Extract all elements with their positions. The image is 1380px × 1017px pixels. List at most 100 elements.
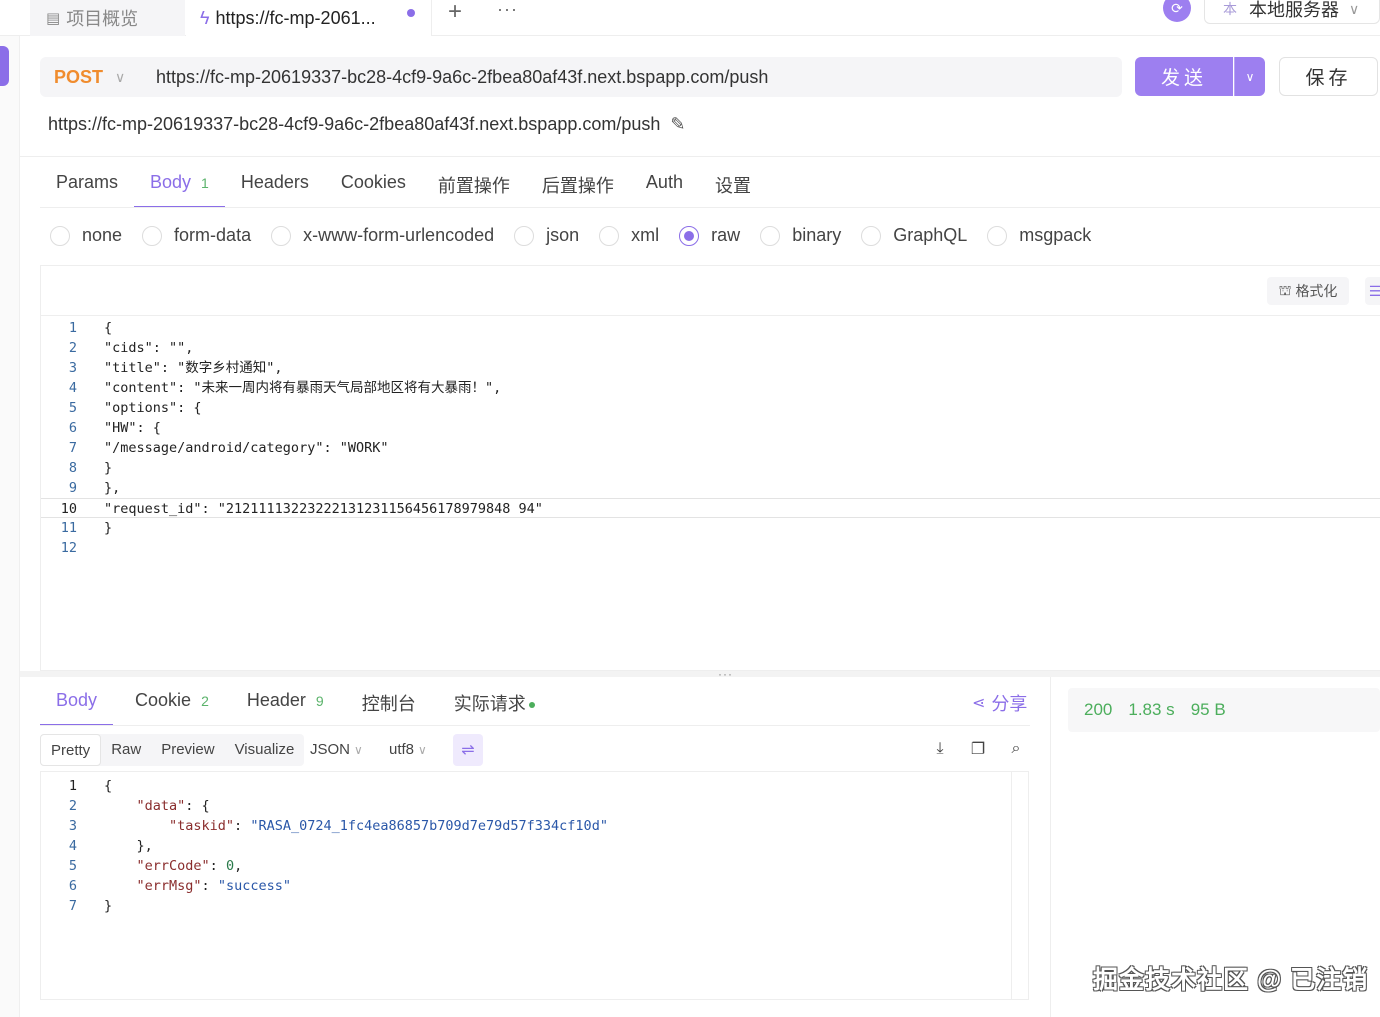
body-type-label: form-data (174, 225, 252, 245)
body-type-msgpack[interactable]: msgpack (987, 225, 1091, 246)
code-area[interactable]: 1{2 "cids": "", 3 "title": "数字乡村通知", 4 "conte… (41, 318, 1380, 558)
share-icon: ⋖ (972, 695, 986, 712)
line-number: 2 (68, 340, 77, 356)
send-options-button[interactable]: ∨ (1234, 57, 1265, 96)
code-line: 1{ (41, 776, 1011, 796)
scrollbar[interactable] (1011, 771, 1029, 1000)
view-pretty[interactable]: Pretty (40, 734, 102, 766)
tab-pre-processors[interactable]: 前置操作 (422, 162, 526, 208)
tab-label: Params (56, 172, 119, 192)
tab-actual-request[interactable]: 实际请求 (438, 680, 551, 726)
format-icon: ⛫ (1278, 281, 1292, 298)
word-wrap-icon[interactable]: ⇌ (453, 734, 483, 766)
body-type-label: xml (631, 225, 660, 245)
tab-response-cookie[interactable]: Cookie 2 (119, 680, 225, 726)
url-input[interactable] (140, 66, 1100, 88)
line-number: 11 (60, 520, 77, 536)
line-number: 2 (68, 798, 77, 814)
response-status: 200 1.83 s 95 B (1068, 688, 1380, 732)
drag-handle-icon[interactable]: ··· (718, 667, 733, 681)
tab-params[interactable]: Params (40, 162, 134, 208)
view-preview[interactable]: Preview (151, 734, 224, 766)
line-number: 4 (68, 380, 77, 396)
radio-icon (760, 225, 781, 246)
response-size: 95 B (1190, 700, 1226, 719)
radio-icon (271, 225, 292, 246)
search-icon[interactable]: ⌕ (1005, 738, 1027, 760)
tab-body[interactable]: Body 1 (134, 162, 225, 208)
body-type-urlencoded[interactable]: x-www-form-urlencoded (271, 225, 494, 246)
code-line: 4 }, (41, 836, 1011, 856)
copy-icon[interactable]: ❐ (967, 738, 989, 760)
view-raw[interactable]: Raw (101, 734, 151, 766)
tab-current-request[interactable]: ϟ https://fc-mp-2061... (186, 0, 432, 36)
line-number: 1 (68, 778, 77, 794)
encoding-select[interactable]: utf8 ∨ (389, 734, 427, 766)
share-label: 分享 (991, 694, 1028, 714)
tab-project-overview[interactable]: ▤ 项目概览 (30, 0, 185, 36)
body-type-none[interactable]: none (50, 225, 122, 246)
tab-count: 1 (201, 175, 209, 191)
tab-headers[interactable]: Headers (225, 162, 325, 208)
environment-badge: 本 (1223, 1, 1237, 17)
overview-icon: ▤ (46, 10, 61, 27)
save-button[interactable]: 保存 (1279, 57, 1378, 96)
line-number: 10 (60, 501, 77, 517)
code-text: "data": { (104, 798, 210, 814)
radio-icon (987, 225, 1008, 246)
body-type-xml[interactable]: xml (599, 225, 659, 246)
tab-console[interactable]: 控制台 (346, 680, 432, 726)
tab-post-processors[interactable]: 后置操作 (526, 162, 630, 208)
body-type-json[interactable]: json (514, 225, 579, 246)
send-button[interactable]: 发送 (1135, 57, 1233, 96)
response-body-viewer[interactable]: 1{ 2 "data": { 3 "taskid": "RASA_0724_1f… (40, 771, 1029, 1000)
request-body-editor[interactable]: ⛫ 格式化 ☰ 1{2 "cids": "", 3 "title": "数字乡村通知"… (40, 265, 1380, 671)
body-type-form-data[interactable]: form-data (142, 225, 251, 246)
tab-settings[interactable]: 设置 (699, 162, 767, 208)
tab-cookies[interactable]: Cookies (325, 162, 422, 208)
new-tab-icon[interactable]: + (448, 0, 462, 24)
url-bar: POST ∨ (40, 57, 1122, 97)
view-mode-group: Pretty Raw Preview Visualize (40, 734, 305, 766)
code-text: "options": { (104, 400, 202, 416)
tab-current-request-label: https://fc-mp-2061... (215, 7, 376, 28)
body-type-binary[interactable]: binary (760, 225, 841, 246)
tab-auth[interactable]: Auth (630, 162, 699, 208)
more-icon[interactable]: ··· (497, 0, 518, 18)
tab-label: Auth (645, 172, 683, 192)
download-icon[interactable]: ⤓ (929, 738, 951, 760)
format-select[interactable]: JSON ∨ (310, 734, 363, 766)
body-type-graphql[interactable]: GraphQL (861, 225, 967, 246)
tab-response-body[interactable]: Body (40, 680, 114, 726)
view-visualize[interactable]: Visualize (225, 734, 305, 766)
watermark: 掘金技术社区 @ 已注销 (1093, 966, 1369, 994)
tab-label: Header (246, 690, 306, 710)
tab-response-header[interactable]: Header 9 (231, 680, 340, 726)
status-code: 200 (1084, 700, 1113, 719)
radio-icon (50, 225, 70, 246)
chevron-down-icon: ∨ (354, 743, 363, 757)
radio-checked-icon (679, 225, 700, 246)
code-text: "request_id": "2121111322322213123115645… (104, 501, 543, 517)
share-button[interactable]: ⋖ 分享 (972, 690, 1027, 716)
code-text: "cids": "", (104, 340, 194, 356)
edit-icon[interactable]: ✎ (670, 114, 685, 135)
chevron-down-icon: ∨ (1245, 69, 1255, 84)
body-type-raw[interactable]: raw (679, 225, 740, 246)
line-number: 7 (68, 440, 77, 456)
code-text: "errCode": 0, (104, 858, 243, 874)
method-select[interactable]: POST ∨ (40, 67, 140, 88)
response-code-area[interactable]: 1{ 2 "data": { 3 "taskid": "RASA_0724_1f… (41, 776, 1011, 916)
tab-label: 控制台 (361, 694, 416, 714)
format-button[interactable]: ⛫ 格式化 (1267, 277, 1349, 305)
line-number: 6 (68, 420, 77, 436)
editor-menu-icon[interactable]: ☰ (1365, 277, 1380, 305)
body-type-label: binary (792, 225, 842, 245)
code-line: 8} (41, 458, 1380, 478)
response-tabs: Body Cookie 2 Header 9 控制台 实际请求 (40, 680, 557, 726)
code-text: } (104, 520, 113, 536)
code-line: 4 "content": "未来一周内将有暴雨天气局部地区将有大暴雨！", (41, 378, 1380, 398)
code-text: }, (104, 480, 121, 496)
code-line: 11} (41, 518, 1380, 538)
environment-select[interactable]: 本 本地服务器 ∨ (1204, 0, 1380, 24)
